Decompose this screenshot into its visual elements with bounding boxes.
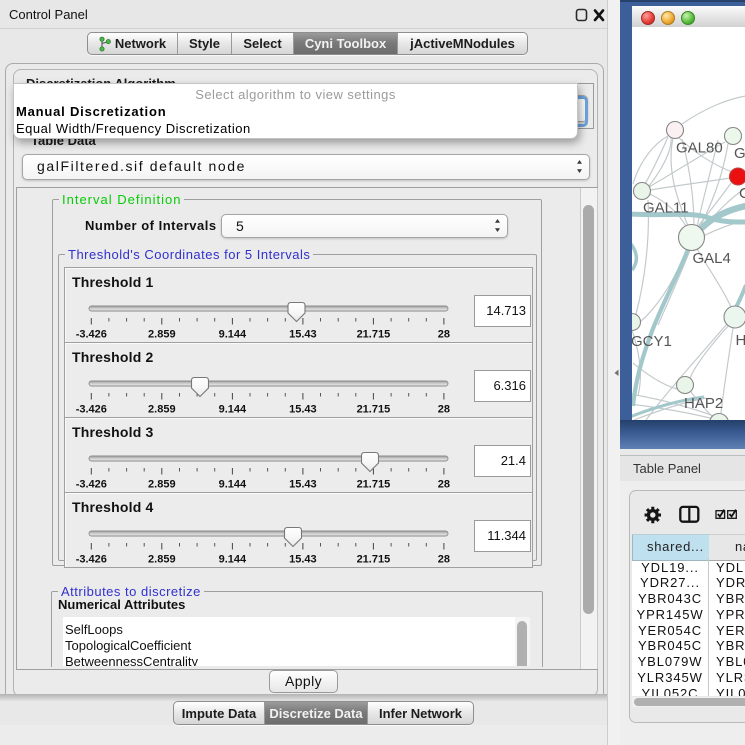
svg-text:-3.426: -3.426 <box>76 478 107 488</box>
svg-text:15.43: 15.43 <box>289 403 317 413</box>
svg-text:21.715: 21.715 <box>357 328 391 338</box>
svg-text:-3.426: -3.426 <box>76 328 107 338</box>
svg-text:GAL4: GAL4 <box>693 250 731 267</box>
svg-text:28: 28 <box>438 478 450 488</box>
svg-text:21.715: 21.715 <box>357 478 391 488</box>
svg-text:9.144: 9.144 <box>219 328 247 338</box>
svg-text:2.859: 2.859 <box>148 328 176 338</box>
svg-text:2.859: 2.859 <box>148 403 176 413</box>
svg-text:HAP2: HAP2 <box>684 395 723 412</box>
svg-text:-3.426: -3.426 <box>76 403 107 413</box>
svg-text:28: 28 <box>438 403 450 413</box>
svg-text:21.715: 21.715 <box>357 403 391 413</box>
svg-text:GCY1: GCY1 <box>632 333 672 350</box>
svg-text:CD: CD <box>739 185 745 202</box>
svg-text:9.144: 9.144 <box>219 553 247 563</box>
svg-text:2.859: 2.859 <box>148 478 176 488</box>
svg-text:15.43: 15.43 <box>289 478 317 488</box>
svg-text:H: H <box>736 332 745 349</box>
svg-text:9.144: 9.144 <box>219 478 247 488</box>
svg-text:28: 28 <box>438 553 450 563</box>
svg-text:2.859: 2.859 <box>148 553 176 563</box>
svg-text:15.43: 15.43 <box>289 328 317 338</box>
svg-text:28: 28 <box>438 328 450 338</box>
svg-text:GAL11: GAL11 <box>643 200 689 217</box>
svg-text:21.715: 21.715 <box>357 553 391 563</box>
svg-text:15.43: 15.43 <box>289 553 317 563</box>
svg-text:-3.426: -3.426 <box>76 553 107 563</box>
svg-text:GAL80: GAL80 <box>676 140 723 157</box>
svg-text:GA: GA <box>734 145 745 162</box>
svg-text:9.144: 9.144 <box>219 403 247 413</box>
